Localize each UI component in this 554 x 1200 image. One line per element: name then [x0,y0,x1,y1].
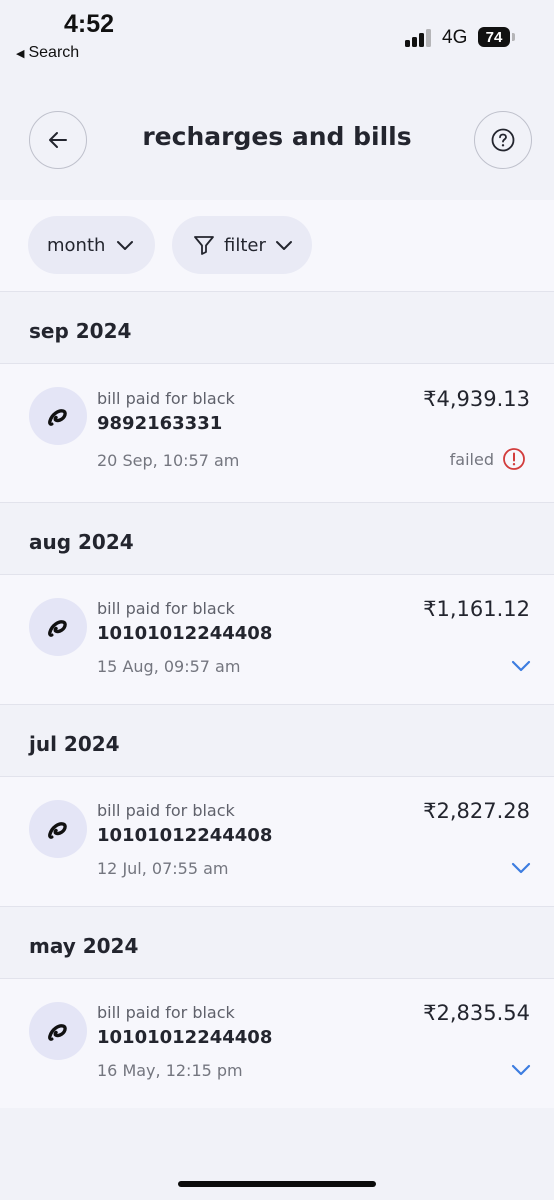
airtel-logo-icon [48,620,67,637]
transaction-title: bill paid for black [97,1003,235,1022]
biller-avatar [29,387,87,445]
section-title: sep 2024 [29,319,132,343]
account-number: 10101012244408 [97,1027,273,1048]
status-label: failed [449,449,494,469]
transaction-date: 16 May, 12:15 pm [97,1061,243,1080]
filter-bar: month filter [0,200,554,291]
back-to-search-label: Search [28,44,80,61]
transaction-card[interactable]: bill paid for black 10101012244408 16 Ma… [0,978,554,1108]
biller-avatar [29,1002,87,1060]
battery-icon: 74 [478,27,510,47]
airtel-logo-icon [48,822,67,839]
transaction-status: failed [450,447,526,471]
app-header: recharges and bills [0,70,554,200]
chevron-down-icon [511,1064,531,1076]
month-chip-label: month [47,234,106,256]
home-indicator[interactable] [178,1181,376,1187]
biller-avatar [29,598,87,656]
battery-tip [512,33,515,41]
account-number: 10101012244408 [97,825,273,846]
filter-chip[interactable]: filter [172,216,312,274]
filter-chip-label: filter [224,234,266,256]
help-button[interactable] [474,111,532,169]
network-type: 4G [442,27,468,48]
transaction-title: bill paid for black [97,389,235,408]
funnel-icon [194,236,214,255]
battery-level: 74 [485,28,503,46]
status-time: 4:52 [64,10,115,38]
transaction-title: bill paid for black [97,801,235,820]
transaction-card[interactable]: bill paid for black 10101012244408 15 Au… [0,574,554,704]
chevron-down-icon [511,660,531,672]
chevron-down-icon [511,862,531,874]
exclamation-circle-icon [503,448,525,470]
expand-button[interactable] [510,1059,532,1085]
transaction-date: 12 Jul, 07:55 am [97,859,229,878]
chevron-down-icon [117,241,134,250]
section-header-jul-2024: jul 2024 [0,704,554,776]
expand-button[interactable] [510,655,532,681]
back-triangle-icon: ◀ [16,47,25,60]
section-header-sep-2024: sep 2024 [0,291,554,363]
chevron-down-icon [275,241,292,250]
back-to-search-link[interactable]: ◀ Search [16,44,79,62]
airtel-logo-icon [48,409,67,426]
section-header-aug-2024: aug 2024 [0,502,554,574]
transaction-card[interactable]: bill paid for black 10101012244408 12 Ju… [0,776,554,906]
transaction-amount: ₹1,161.12 [423,597,530,621]
section-title: aug 2024 [29,530,134,554]
expand-button[interactable] [510,857,532,883]
transaction-card[interactable]: bill paid for black 9892163331 20 Sep, 1… [0,363,554,502]
cellular-signal-icon [405,29,435,47]
transaction-amount: ₹2,827.28 [423,799,530,823]
transaction-amount: ₹2,835.54 [423,1001,530,1025]
question-circle-icon [491,128,515,152]
airtel-logo-icon [48,1024,67,1041]
transaction-date: 20 Sep, 10:57 am [97,451,240,470]
biller-avatar [29,800,87,858]
section-header-may-2024: may 2024 [0,906,554,978]
month-filter-chip[interactable]: month [28,216,155,274]
section-title: may 2024 [29,934,139,958]
transaction-title: bill paid for black [97,599,235,618]
account-number: 10101012244408 [97,623,273,644]
section-title: jul 2024 [29,732,120,756]
account-number: 9892163331 [97,413,223,434]
status-bar: 4:52 ◀ Search 4G 74 [0,0,554,70]
transaction-amount: ₹4,939.13 [423,387,530,411]
transaction-date: 15 Aug, 09:57 am [97,657,241,676]
page-title: recharges and bills [142,122,412,151]
